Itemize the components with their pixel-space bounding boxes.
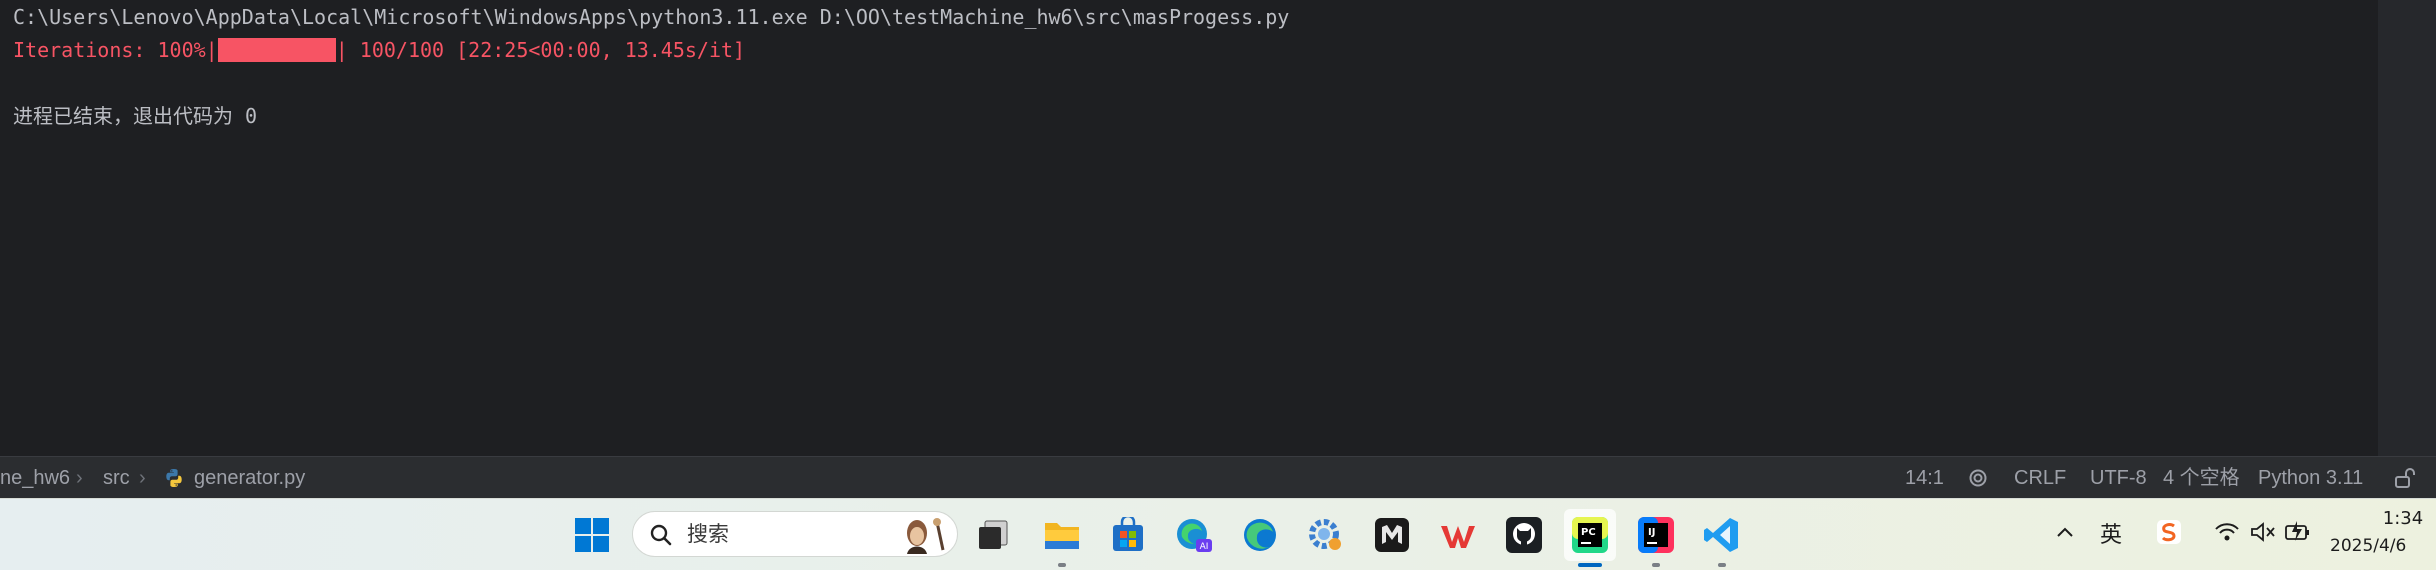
taskbar-microsoft-store[interactable] <box>1102 509 1154 561</box>
windows-logo-icon <box>575 518 609 552</box>
taskbar-wps[interactable] <box>1432 509 1484 561</box>
running-indicator <box>1058 563 1066 567</box>
taskbar-vscode[interactable] <box>1696 509 1748 567</box>
settings-gear-icon <box>1309 519 1341 550</box>
taskbar-pycharm[interactable]: PC <box>1564 509 1616 567</box>
volume-muted-icon[interactable] <box>2250 521 2276 543</box>
sogou-ime-icon[interactable] <box>2156 519 2182 545</box>
taskbar-control-panel[interactable] <box>1300 509 1352 561</box>
chevron-right-icon: › <box>139 467 146 489</box>
taskbar-file-explorer[interactable] <box>1036 509 1088 567</box>
wps-icon <box>1441 526 1475 548</box>
github-icon <box>1506 517 1542 553</box>
taskbar-app-m[interactable] <box>1366 509 1418 561</box>
running-indicator <box>1718 563 1726 567</box>
search-placeholder: 搜索 <box>687 522 729 546</box>
breadcrumb-file[interactable]: generator.py <box>194 457 305 499</box>
intellij-idea-icon: IJ <box>1638 517 1674 553</box>
chevron-up-icon[interactable] <box>2054 521 2076 543</box>
console-command-line: C:\Users\Lenovo\AppData\Local\Microsoft\… <box>13 5 1290 29</box>
taskbar-task-view[interactable] <box>967 509 1019 561</box>
m-logo-icon <box>1375 518 1409 552</box>
chevron-right-icon: › <box>76 467 83 489</box>
unlock-icon[interactable] <box>2393 466 2417 490</box>
search-highlight-icon <box>907 518 945 554</box>
progress-prefix: Iterations: 100%| <box>13 38 218 62</box>
input-mode-indicator[interactable]: 英 <box>2100 517 2122 549</box>
breadcrumb-folder[interactable]: src <box>103 457 130 499</box>
running-indicator <box>1652 563 1660 567</box>
task-view-icon <box>979 520 1008 549</box>
run-console[interactable]: C:\Users\Lenovo\AppData\Local\Microsoft\… <box>0 0 2378 456</box>
battery-charging-icon[interactable] <box>2284 519 2312 543</box>
breadcrumb-project[interactable]: ne_hw6 <box>0 457 70 499</box>
taskbar-github-desktop[interactable] <box>1498 509 1550 561</box>
start-button[interactable] <box>566 509 618 561</box>
clock-time[interactable]: 1:34 <box>2378 508 2428 529</box>
screen: C:\Users\Lenovo\AppData\Local\Microsoft\… <box>0 0 2436 570</box>
taskbar-search[interactable]: 搜索 <box>632 511 958 557</box>
progress-suffix: | 100/100 [22:25<00:00, 13.45s/it] <box>335 38 746 62</box>
edge-ai-icon: AI <box>1177 519 1212 552</box>
taskbar-intellij-idea[interactable]: IJ <box>1630 509 1682 567</box>
taskbar-edge[interactable] <box>1234 509 1286 561</box>
progress-bar <box>217 37 336 62</box>
console-progress-line: Iterations: 100%| | 100/100 [22:25<00:00,… <box>13 35 745 65</box>
clock-date[interactable]: 2025/4/6 <box>2330 536 2406 556</box>
pycharm-icon: PC <box>1572 517 1608 553</box>
console-scrollbar[interactable] <box>2378 0 2436 456</box>
svg-text:IJ: IJ <box>1648 527 1655 538</box>
python-interpreter[interactable]: Python 3.11 <box>2258 457 2363 499</box>
search-icon <box>650 524 672 546</box>
indent-setting[interactable]: 4 个空格 <box>2163 457 2240 499</box>
line-separator[interactable]: CRLF <box>2014 457 2066 499</box>
folder-icon <box>1045 523 1079 549</box>
wifi-icon[interactable] <box>2214 521 2240 543</box>
vscode-icon <box>1704 518 1738 552</box>
svg-text:AI: AI <box>1200 542 1209 552</box>
file-encoding[interactable]: UTF-8 <box>2090 457 2147 499</box>
python-file-icon <box>166 469 182 487</box>
taskbar-edge-ai[interactable]: AI <box>1168 509 1220 561</box>
windows-taskbar: 搜索 AI PC IJ 英 1:34 2025/4/6 <box>0 498 2436 570</box>
status-bar: ne_hw6 › src › generator.py 14:1 CRLF UT… <box>0 456 2436 498</box>
edge-icon <box>1244 519 1276 551</box>
console-exit-message: 进程已结束，退出代码为 0 <box>13 104 258 128</box>
svg-text:PC: PC <box>1581 527 1596 538</box>
active-indicator <box>1578 563 1602 567</box>
store-icon <box>1113 517 1143 551</box>
cursor-position[interactable]: 14:1 <box>1905 457 1944 499</box>
ai-assistant-icon[interactable] <box>1968 468 1988 488</box>
